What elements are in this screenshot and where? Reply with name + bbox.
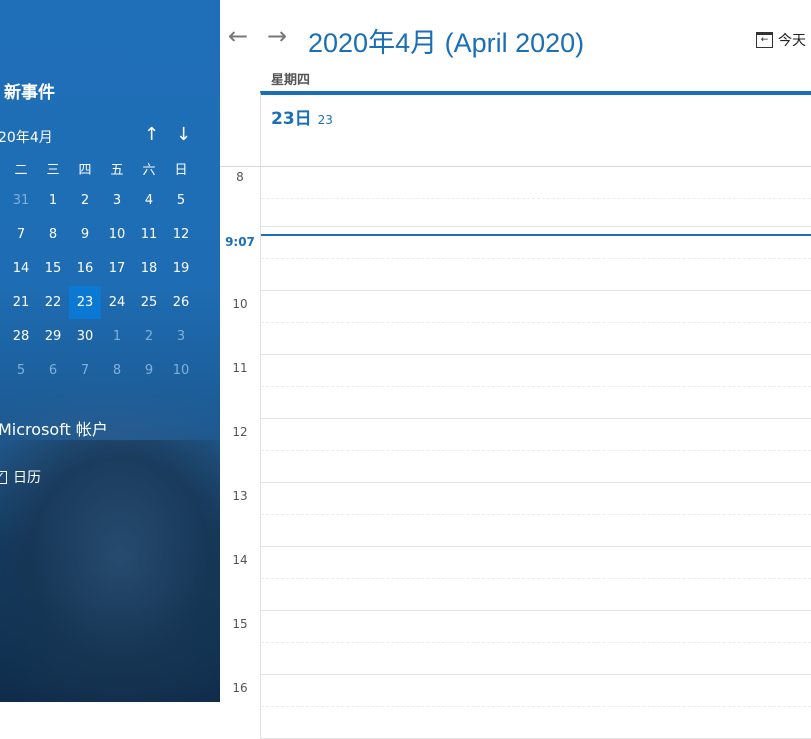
mini-calendar-day[interactable]: 6 xyxy=(37,354,69,387)
hour-slot[interactable] xyxy=(260,483,811,547)
mini-calendar-day[interactable]: 10 xyxy=(165,354,197,387)
mini-calendar-day[interactable]: 9 xyxy=(69,218,101,251)
mini-calendar-day[interactable]: 26 xyxy=(165,286,197,319)
mini-calendar-day[interactable]: 15 xyxy=(37,252,69,285)
mini-calendar-day[interactable]: 2 xyxy=(133,320,165,353)
hour-label: 8 xyxy=(220,170,260,184)
main-view: ← → 2020年4月 (April 2020) ← 今天 星期四 23日 23… xyxy=(220,0,811,702)
mini-calendar-day[interactable]: 7 xyxy=(5,218,37,251)
page-title: 2020年4月 (April 2020) xyxy=(308,21,584,60)
hour-slot[interactable] xyxy=(260,547,811,611)
hour-slot[interactable] xyxy=(260,419,811,483)
calendar-name: 日历 xyxy=(13,467,41,487)
mini-calendar-month[interactable]: 20年4月 xyxy=(0,127,53,147)
hour-label: 14 xyxy=(220,553,260,567)
mini-calendar-day[interactable]: 17 xyxy=(101,252,133,285)
new-event-button[interactable]: 新事件 xyxy=(4,78,55,103)
calendar-toggle[interactable]: ✓ 日历 xyxy=(0,467,41,487)
mini-calendar-day[interactable]: 25 xyxy=(133,286,165,319)
hour-label: 11 xyxy=(220,361,260,375)
weekday-label: 五 xyxy=(101,159,133,178)
mini-calendar-day[interactable]: 1 xyxy=(101,320,133,353)
today-label: 今天 xyxy=(778,30,806,50)
mini-calendar-day[interactable]: 18 xyxy=(133,252,165,285)
mini-calendar-day[interactable]: 23 xyxy=(69,286,101,319)
mini-calendar-day[interactable]: 28 xyxy=(5,320,37,353)
hour-slot[interactable] xyxy=(260,227,811,291)
mini-calendar-day[interactable]: 29 xyxy=(37,320,69,353)
mini-calendar-day[interactable]: 21 xyxy=(5,286,37,319)
mini-calendar-day[interactable]: 16 xyxy=(69,252,101,285)
weekday-label: 四 xyxy=(69,159,101,178)
mini-calendar-day[interactable]: 4 xyxy=(133,184,165,217)
hour-label: 10 xyxy=(220,297,260,311)
day-number: 23日 23 xyxy=(271,104,333,129)
checkbox[interactable]: ✓ xyxy=(0,471,7,484)
mini-calendar-day[interactable]: 22 xyxy=(37,286,69,319)
back-button[interactable]: ← xyxy=(228,22,248,50)
mini-calendar-day[interactable]: 24 xyxy=(101,286,133,319)
mini-calendar-day[interactable]: 5 xyxy=(5,354,37,387)
mini-calendar-day[interactable]: 30 xyxy=(69,320,101,353)
mini-calendar-day[interactable]: 14 xyxy=(5,252,37,285)
hour-slot[interactable] xyxy=(260,167,811,227)
mini-calendar-day[interactable]: 1 xyxy=(37,184,69,217)
hour-label: 16 xyxy=(220,681,260,695)
sidebar: 新事件 20年4月 ↑ ↓ Microsoft 帐户 ✓ 日历 二三四五六日31… xyxy=(0,0,220,702)
day-header[interactable]: 23日 23 xyxy=(260,91,811,166)
weekday-label: 日 xyxy=(165,159,197,178)
hour-label: 15 xyxy=(220,617,260,631)
current-time-label: 9:07 xyxy=(220,235,260,249)
hour-slot[interactable] xyxy=(260,291,811,355)
mini-calendar-day[interactable]: 3 xyxy=(101,184,133,217)
mini-calendar-day[interactable]: 2 xyxy=(69,184,101,217)
mini-calendar-day[interactable]: 9 xyxy=(133,354,165,387)
weekday-label: 六 xyxy=(133,159,165,178)
hour-slot[interactable] xyxy=(260,675,811,739)
mini-calendar-day[interactable]: 19 xyxy=(165,252,197,285)
today-button[interactable]: ← 今天 xyxy=(756,30,806,50)
calendar-today-icon: ← xyxy=(756,32,773,48)
weekday-label: 三 xyxy=(37,159,69,178)
hour-label: 12 xyxy=(220,425,260,439)
mini-calendar-day[interactable]: 10 xyxy=(101,218,133,251)
weekday-header: 星期四 xyxy=(271,69,310,88)
forward-button[interactable]: → xyxy=(267,22,287,50)
weekday-label: 二 xyxy=(5,159,37,178)
mini-calendar-day[interactable]: 8 xyxy=(101,354,133,387)
mini-calendar-day[interactable]: 8 xyxy=(37,218,69,251)
mini-calendar-day[interactable]: 11 xyxy=(133,218,165,251)
mini-calendar-day[interactable]: 12 xyxy=(165,218,197,251)
mini-calendar-day[interactable]: 7 xyxy=(69,354,101,387)
account-label: Microsoft 帐户 xyxy=(0,416,108,440)
mini-calendar-day[interactable]: 3 xyxy=(165,320,197,353)
hour-slot[interactable] xyxy=(260,355,811,419)
previous-month-button[interactable]: ↑ xyxy=(144,124,159,145)
hour-label: 13 xyxy=(220,489,260,503)
next-month-button[interactable]: ↓ xyxy=(176,124,191,145)
hour-slot[interactable] xyxy=(260,611,811,675)
mini-calendar-day[interactable]: 31 xyxy=(5,184,37,217)
mini-calendar-day[interactable]: 5 xyxy=(165,184,197,217)
time-grid[interactable]: 9:07 8 10 11 12 13 14 15 16 xyxy=(220,166,811,702)
